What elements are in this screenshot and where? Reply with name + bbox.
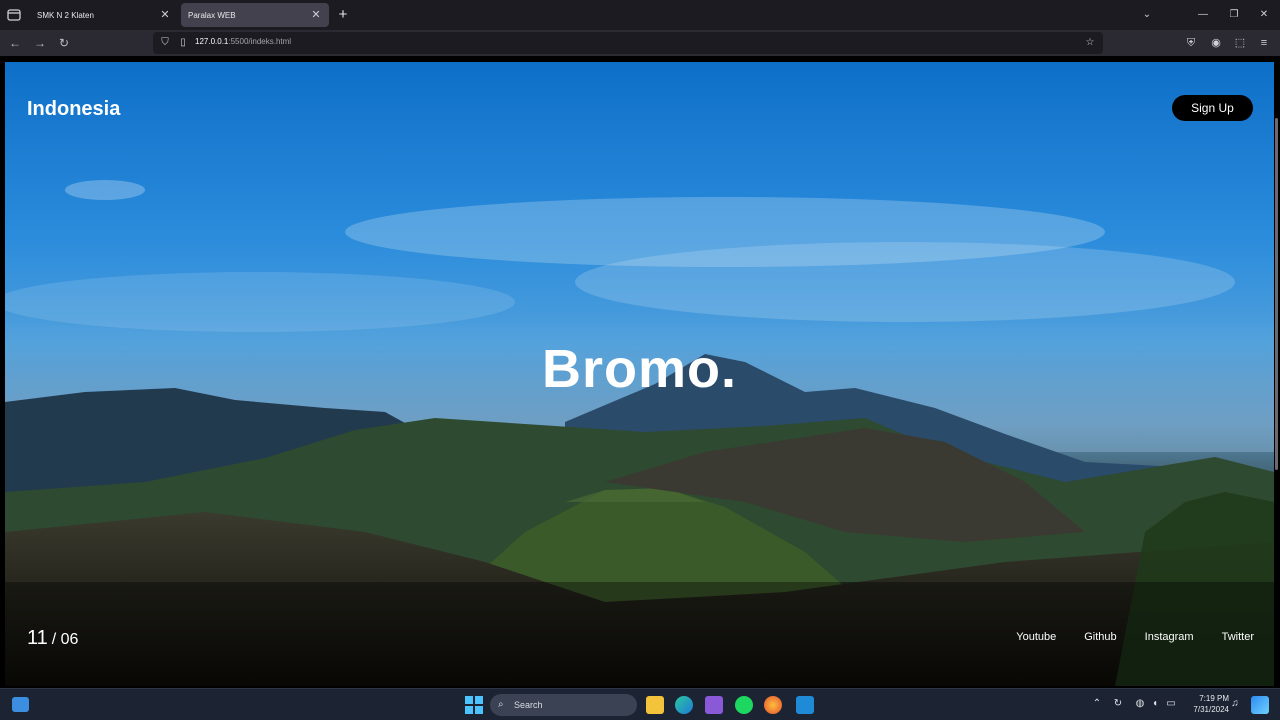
firefox-icon[interactable]	[764, 696, 782, 714]
browser-nav-bar: ← → ↻ ⛉ ▯ 127.0.0.1:5500/indeks.html ☆ ⛨…	[0, 30, 1280, 56]
notification-bell-icon[interactable]: ♫	[1228, 697, 1242, 711]
forward-arrow-icon[interactable]: →	[31, 34, 49, 52]
close-window-icon[interactable]: ✕	[1256, 6, 1272, 24]
sync-icon[interactable]: ↻	[1111, 697, 1125, 711]
slide-counter: 11/ 06	[27, 627, 78, 650]
url-path: :5500/indeks.html	[228, 37, 292, 46]
back-arrow-icon[interactable]: ←	[6, 34, 24, 52]
search-placeholder: Search	[514, 700, 543, 710]
chevron-down-icon[interactable]: ⌄	[1139, 6, 1155, 24]
shield-icon[interactable]: ⛉	[158, 36, 172, 50]
volume-icon[interactable]: ◖	[1148, 697, 1162, 711]
youtube-link[interactable]: Youtube	[1016, 631, 1056, 643]
taskbar-clock[interactable]: 7:19 PM 7/31/2024	[1183, 693, 1229, 715]
tab-list-icon[interactable]	[6, 7, 22, 23]
file-explorer-icon[interactable]	[646, 696, 664, 714]
github-link[interactable]: Github	[1084, 631, 1116, 643]
slide-counter-total: / 06	[51, 631, 79, 648]
new-tab-plus-icon[interactable]: +	[335, 6, 351, 24]
restore-icon[interactable]: ❐	[1226, 6, 1242, 24]
account-icon[interactable]: ◉	[1207, 34, 1225, 52]
network-icon[interactable]: ◍	[1133, 697, 1147, 711]
address-bar[interactable]: ⛉ ▯ 127.0.0.1:5500/indeks.html ☆	[153, 32, 1103, 54]
tab-smk-n-2-klaten[interactable]: SMK N 2 Klaten ✕	[30, 3, 178, 27]
hero-title: Bromo.	[542, 339, 737, 399]
windows-start-icon[interactable]	[465, 696, 483, 714]
visual-studio-icon[interactable]	[705, 696, 723, 714]
copilot-icon[interactable]	[1251, 696, 1269, 714]
minimize-icon[interactable]: —	[1195, 6, 1211, 24]
page-viewport: Indonesia Sign Up Bromo. 11/ 06 Youtube …	[0, 56, 1280, 688]
extensions-icon[interactable]: ⬚	[1231, 34, 1249, 52]
reload-icon[interactable]: ↻	[55, 34, 73, 52]
pocket-icon[interactable]: ⛨	[1182, 34, 1200, 52]
widgets-icon[interactable]	[12, 697, 29, 712]
tab-title: SMK N 2 Klaten	[37, 10, 94, 20]
page-scrollbar[interactable]	[1275, 118, 1278, 470]
url-text: 127.0.0.1:5500/indeks.html	[195, 37, 291, 46]
windows-taskbar: ⌕ Search ⌃ ↻ ◍ ◖ ▭ 7:19 PM 7/31/2024 ♫	[0, 688, 1280, 720]
page-icon[interactable]: ▯	[176, 36, 190, 50]
search-icon: ⌕	[498, 699, 504, 710]
edge-browser-icon[interactable]	[675, 696, 693, 714]
tab-paralax-web[interactable]: Paralax WEB ✕	[181, 3, 329, 27]
browser-tab-strip: SMK N 2 Klaten ✕ Paralax WEB ✕ + ⌄ — ❐ ✕	[0, 0, 1280, 30]
close-icon[interactable]: ✕	[309, 7, 323, 23]
clock-time: 7:19 PM	[1199, 694, 1229, 703]
chevron-up-icon[interactable]: ⌃	[1090, 697, 1104, 711]
hero-section: Indonesia Sign Up Bromo. 11/ 06 Youtube …	[5, 62, 1274, 686]
clock-date: 7/31/2024	[1193, 705, 1229, 714]
instagram-link[interactable]: Instagram	[1145, 631, 1194, 643]
battery-icon[interactable]: ▭	[1164, 697, 1178, 711]
tab-title: Paralax WEB	[188, 10, 236, 20]
vscode-icon[interactable]	[796, 696, 814, 714]
social-links: Youtube Github Instagram Twitter	[1016, 631, 1254, 643]
bookmark-star-icon[interactable]: ☆	[1083, 36, 1097, 50]
site-brand-logo[interactable]: Indonesia	[27, 98, 120, 121]
taskbar-search[interactable]: ⌕ Search	[490, 694, 637, 716]
twitter-link[interactable]: Twitter	[1222, 631, 1254, 643]
menu-icon[interactable]: ≡	[1255, 34, 1273, 52]
spotify-icon[interactable]	[735, 696, 753, 714]
url-host: 127.0.0.1	[195, 37, 229, 46]
close-icon[interactable]: ✕	[158, 7, 172, 23]
sign-up-button[interactable]: Sign Up	[1172, 95, 1253, 121]
slide-counter-current: 11	[27, 627, 48, 649]
